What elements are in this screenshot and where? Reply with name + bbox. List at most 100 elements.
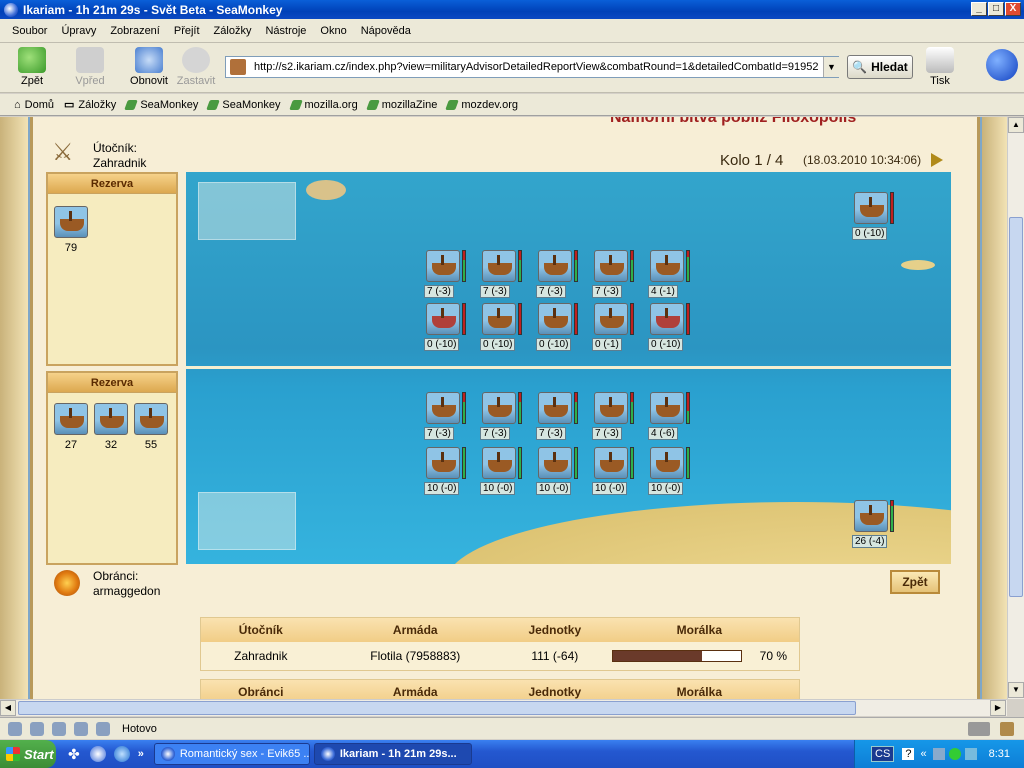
attacker-unit-ship-icon[interactable] xyxy=(482,303,516,335)
horizontal-scroll-thumb[interactable] xyxy=(18,701,856,715)
attacker-unit-ship-icon[interactable] xyxy=(538,250,572,282)
menu-prejit[interactable]: Přejít xyxy=(174,25,200,37)
navigator-icon[interactable] xyxy=(8,721,22,736)
network-icon[interactable] xyxy=(932,748,945,760)
bookmark-label: Domů xyxy=(24,98,54,111)
back-to-report-button[interactable]: Zpět xyxy=(890,570,940,594)
connection-icon[interactable] xyxy=(968,722,990,736)
tray-expand-icon[interactable]: « xyxy=(920,748,926,760)
scroll-down-icon[interactable]: ▼ xyxy=(1008,682,1024,698)
volume-icon[interactable] xyxy=(964,748,977,760)
health-bar-fill xyxy=(463,448,465,478)
bookmark-mozillazine[interactable]: mozillaZine xyxy=(365,99,437,111)
scroll-right-icon[interactable]: ▶ xyxy=(990,700,1006,716)
attacker-unit-ship-icon[interactable] xyxy=(538,303,572,335)
reserve-ship-icon[interactable] xyxy=(54,206,88,238)
health-bar xyxy=(574,447,578,479)
reserve-ship-icon[interactable] xyxy=(134,403,168,435)
menu-zobrazeni[interactable]: Zobrazení xyxy=(110,25,160,37)
bookmark-mozilla[interactable]: mozilla.org xyxy=(288,99,358,111)
morale-bar-fill xyxy=(612,651,703,661)
defender-unit-ship-icon[interactable] xyxy=(594,447,628,479)
bookmark-folder[interactable]: ▭ Záložky xyxy=(64,98,116,112)
menu-napoveda[interactable]: Nápověda xyxy=(361,25,411,37)
menu-soubor[interactable]: Soubor xyxy=(12,25,47,37)
maximize-button[interactable]: □ xyxy=(988,2,1004,16)
bookmark-seamonkey-2[interactable]: SeaMonkey xyxy=(206,99,281,111)
composer-icon[interactable] xyxy=(52,721,66,736)
attacker-label: Útočník: xyxy=(93,141,138,155)
defender-unit-ship-icon[interactable] xyxy=(426,447,460,479)
lock-icon[interactable] xyxy=(1000,722,1014,736)
chat-icon[interactable] xyxy=(74,721,88,736)
defender-unit-ship-icon[interactable] xyxy=(538,392,572,424)
unit-count-label: 7 (-3) xyxy=(424,285,454,298)
minimize-button[interactable]: _ xyxy=(971,2,987,16)
forward-button[interactable]: Vpřed xyxy=(68,47,112,87)
close-button[interactable]: X xyxy=(1005,2,1021,16)
seamonkey-throbber-icon[interactable] xyxy=(986,49,1018,81)
defender-unit-ship-icon[interactable] xyxy=(594,392,628,424)
defender-unit-ship-icon[interactable] xyxy=(426,392,460,424)
quicklaunch-seamonkey-icon[interactable] xyxy=(89,746,106,762)
defender-ranged-ship-icon[interactable] xyxy=(854,500,888,532)
attacker-ranged-ship-icon[interactable] xyxy=(854,192,888,224)
attacker-unit-ship-icon[interactable] xyxy=(426,303,460,335)
defender-unit-ship-icon[interactable] xyxy=(482,392,516,424)
round-date: (18.03.2010 10:34:06) xyxy=(803,153,922,167)
url-input[interactable]: http://s2.ikariam.cz/index.php?view=mili… xyxy=(225,56,839,78)
menu-upravy[interactable]: Úpravy xyxy=(61,25,96,37)
help-icon[interactable]: ? xyxy=(902,748,915,760)
attacker-unit-ship-icon[interactable] xyxy=(426,250,460,282)
horizontal-scrollbar[interactable]: ◀ ▶ xyxy=(0,699,1007,716)
messenger-icon[interactable] xyxy=(948,748,961,760)
reserve-ship-icon[interactable] xyxy=(94,403,128,435)
stop-button[interactable]: Zastavit xyxy=(174,47,218,87)
attacker-unit-ship-icon[interactable] xyxy=(594,303,628,335)
vertical-scroll-thumb[interactable] xyxy=(1009,217,1023,597)
print-button[interactable]: Tisk xyxy=(918,47,962,87)
defender-unit-ship-icon[interactable] xyxy=(650,392,684,424)
bookmark-seamonkey-1[interactable]: SeaMonkey xyxy=(124,99,198,111)
attacker-unit-ship-icon[interactable] xyxy=(650,250,684,282)
menu-nastroje[interactable]: Nástroje xyxy=(265,25,306,37)
health-bar-fill xyxy=(631,448,633,478)
health-bar xyxy=(462,250,466,282)
bookmark-mozdev[interactable]: mozdev.org xyxy=(445,99,518,111)
attacker-unit-ship-icon[interactable] xyxy=(594,250,628,282)
addressbook-icon[interactable] xyxy=(96,721,110,736)
attacker-unit-ship-icon[interactable] xyxy=(650,303,684,335)
menu-zalozky[interactable]: Záložky xyxy=(214,25,252,37)
reload-button[interactable]: Obnovit xyxy=(127,47,171,87)
bookmark-home[interactable]: ⌂ Domů xyxy=(14,99,54,111)
health-bar xyxy=(574,303,578,335)
clock: 8:31 xyxy=(988,748,1010,760)
start-button[interactable]: Start xyxy=(0,740,56,768)
next-round-arrow-icon[interactable] xyxy=(931,153,943,167)
menu-okno[interactable]: Okno xyxy=(320,25,346,37)
quicklaunch-icon[interactable]: ✤ xyxy=(68,746,80,763)
mail-icon[interactable] xyxy=(30,721,44,736)
right-decoration xyxy=(982,117,1007,699)
unit-count-label: 7 (-3) xyxy=(480,285,510,298)
taskbar-item[interactable]: Romantický sex - Evik65 ... xyxy=(153,743,310,765)
quicklaunch-ie-icon[interactable] xyxy=(113,746,130,762)
reserve-ship-icon[interactable] xyxy=(54,403,88,435)
defender-unit-ship-icon[interactable] xyxy=(482,447,516,479)
back-button[interactable]: Zpět xyxy=(10,47,54,87)
taskbar-item-active[interactable]: Ikariam - 1h 21m 29s... xyxy=(313,743,472,765)
attacker-unit-ship-icon[interactable] xyxy=(482,250,516,282)
health-bar xyxy=(518,250,522,282)
defender-unit-ship-icon[interactable] xyxy=(650,447,684,479)
scroll-up-icon[interactable]: ▲ xyxy=(1008,117,1024,133)
defender-unit-ship-icon[interactable] xyxy=(538,447,572,479)
language-indicator[interactable]: CS xyxy=(871,746,895,762)
quicklaunch-expand-icon[interactable]: » xyxy=(138,748,144,760)
back-label: Zpět xyxy=(20,75,43,87)
health-bar xyxy=(574,250,578,282)
vertical-scrollbar[interactable]: ▲ ▼ xyxy=(1007,117,1024,699)
url-dropdown-icon[interactable]: ▼ xyxy=(823,57,839,77)
scroll-left-icon[interactable]: ◀ xyxy=(0,700,16,716)
search-button[interactable]: 🔍 Hledat xyxy=(847,55,913,79)
site-favicon xyxy=(230,59,246,75)
